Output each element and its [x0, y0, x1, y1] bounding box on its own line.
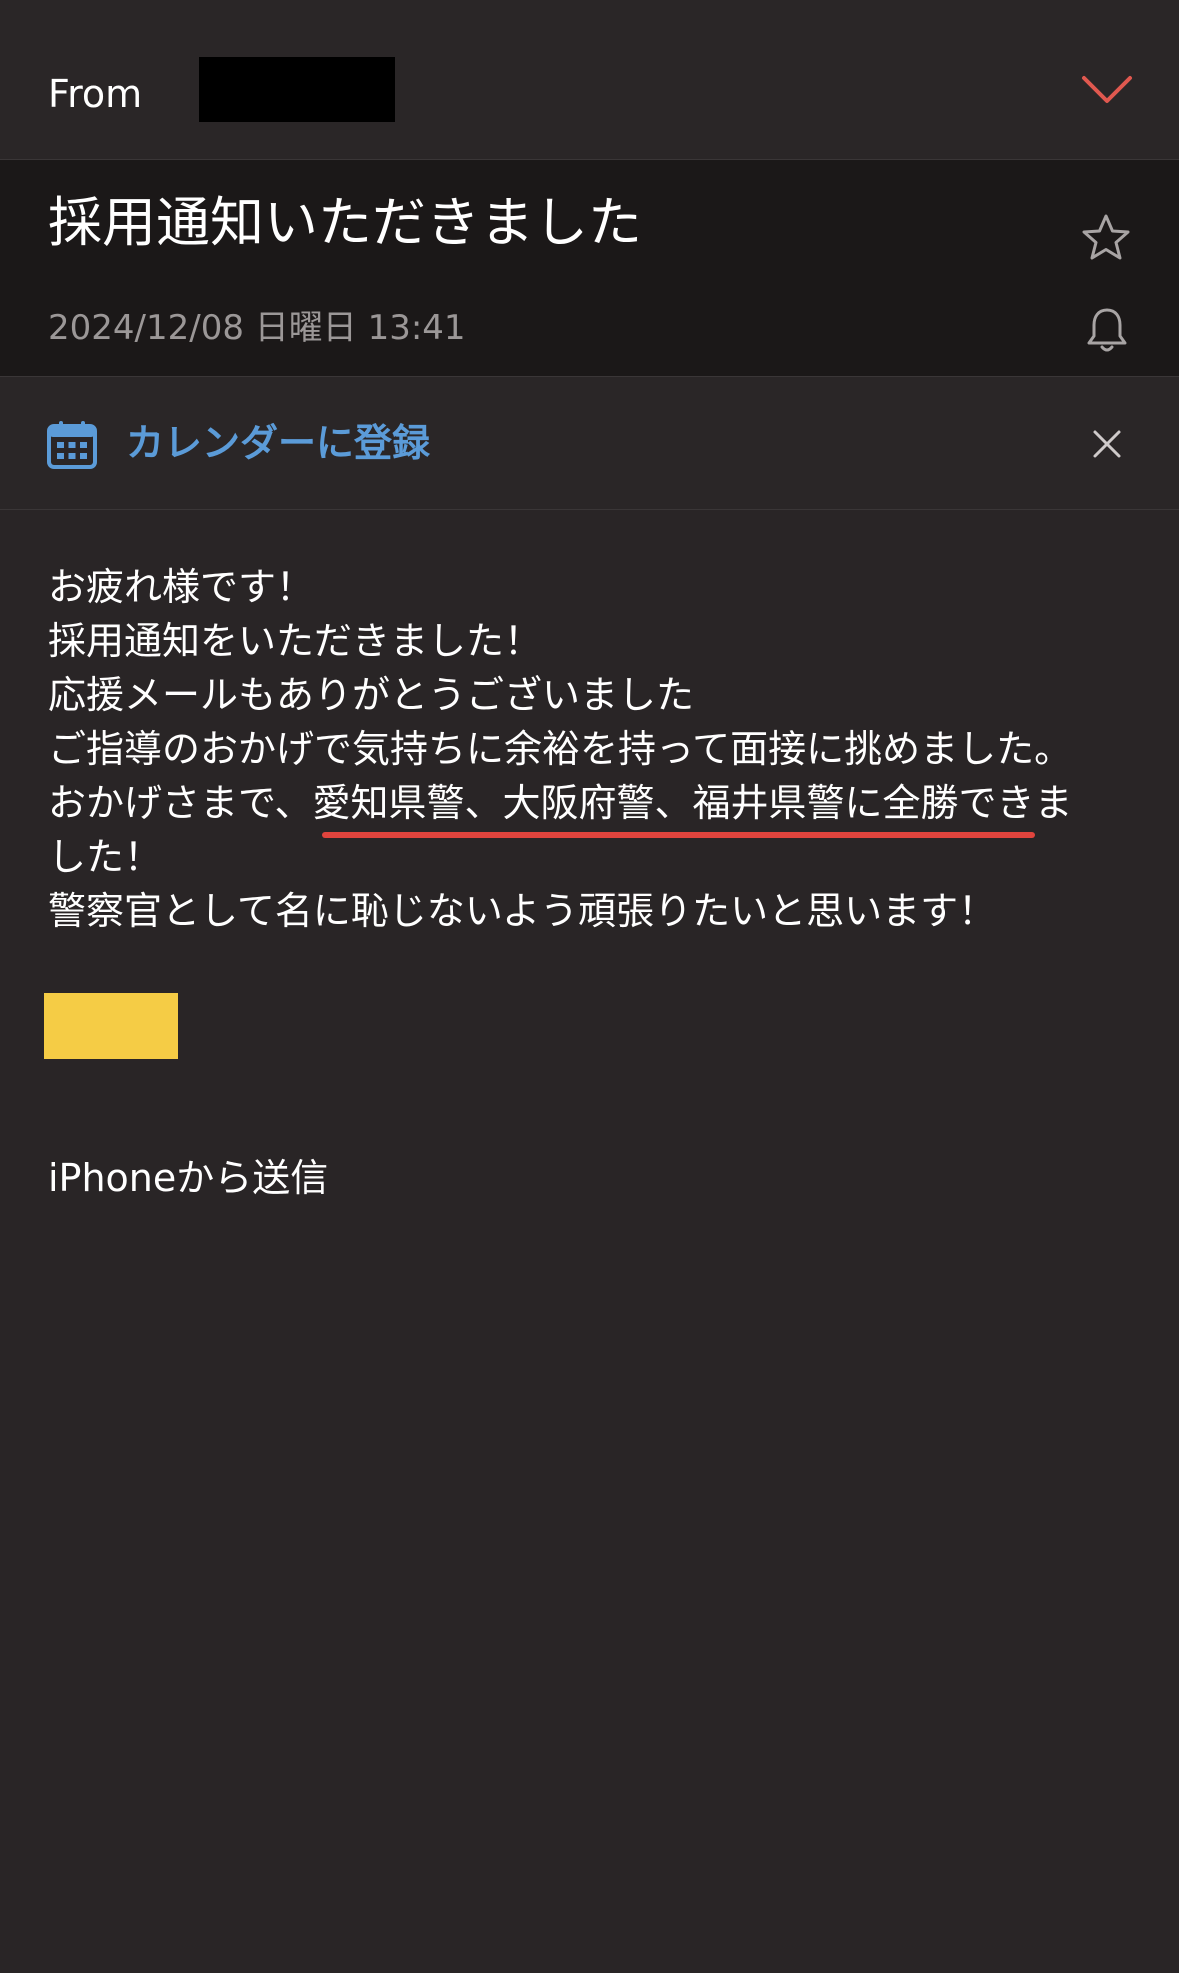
- email-screen: From 採用通知いただきました 2024/12/08 日曜日 13:41 カレ…: [0, 0, 1179, 1973]
- body-line: 応援メールもありがとうございました: [48, 673, 695, 717]
- email-subject: 採用通知いただきました: [48, 191, 642, 254]
- red-underline-annotation: [322, 832, 1035, 838]
- sender-redacted: [199, 57, 395, 122]
- yellow-redaction: [44, 993, 178, 1059]
- email-body: お疲れ様です！ 採用通知をいただきました！ 応援メールもありがとうございました …: [48, 560, 1148, 938]
- calendar-icon: [46, 418, 98, 470]
- from-label: From: [48, 72, 143, 116]
- star-icon[interactable]: [1080, 212, 1132, 264]
- sender-row[interactable]: From: [0, 28, 1179, 160]
- top-bar: [0, 0, 1179, 29]
- bell-icon[interactable]: [1085, 305, 1129, 355]
- body-line: 採用通知をいただきました！: [48, 619, 543, 663]
- chevron-down-icon[interactable]: [1080, 70, 1134, 110]
- body-line: ご指導のおかげで気持ちに余裕を持って面接に挑めました。: [48, 727, 1073, 771]
- email-signature: iPhoneから送信: [48, 1156, 329, 1200]
- body-line: お疲れ様です！: [48, 565, 315, 609]
- body-line: おかげさまで、愛知県警、大阪府警、福井県警に全勝できま: [48, 781, 1073, 825]
- body-line: した！: [48, 835, 163, 879]
- calendar-banner[interactable]: カレンダーに登録: [0, 377, 1179, 510]
- close-icon[interactable]: [1090, 427, 1124, 461]
- subject-header: 採用通知いただきました 2024/12/08 日曜日 13:41: [0, 160, 1179, 377]
- email-date: 2024/12/08 日曜日 13:41: [48, 308, 466, 348]
- body-line: 警察官として名に恥じないよう頑張りたいと思います！: [48, 889, 997, 933]
- add-to-calendar-link[interactable]: カレンダーに登録: [126, 420, 430, 466]
